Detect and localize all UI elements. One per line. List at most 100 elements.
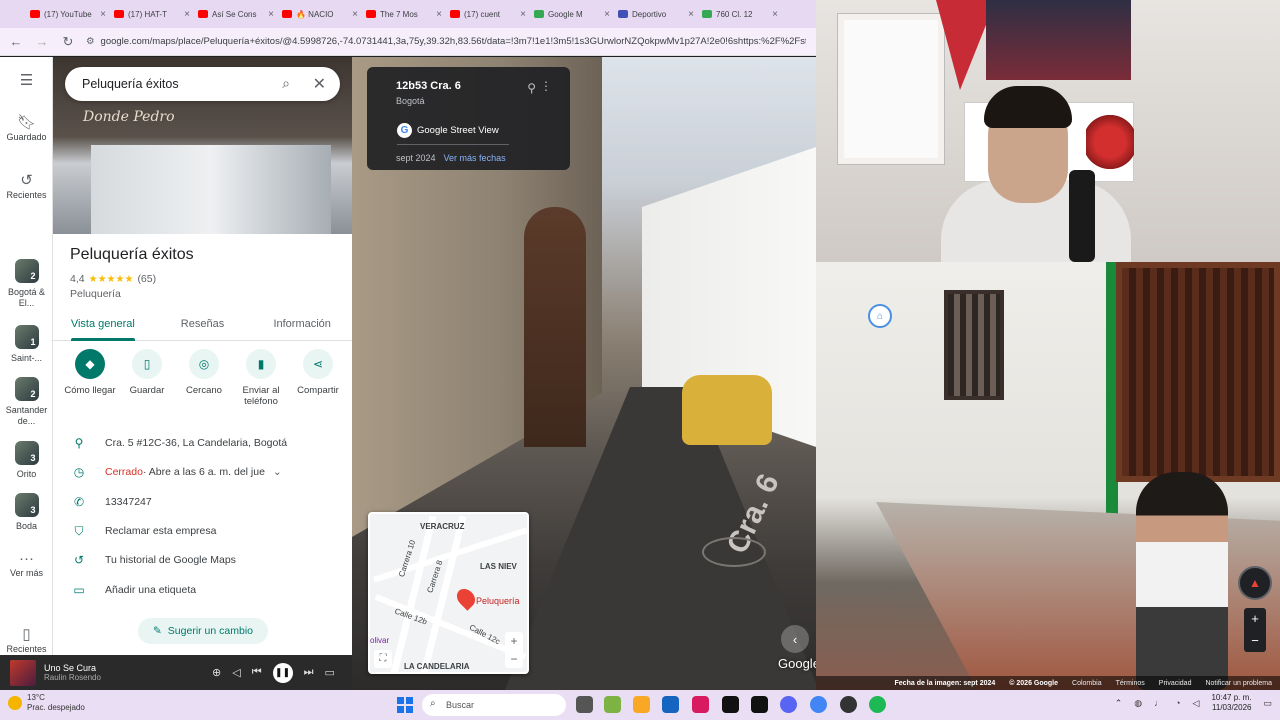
close-tab-icon[interactable]: × bbox=[688, 9, 694, 20]
forward-icon[interactable]: → bbox=[34, 34, 50, 49]
tab-overview[interactable]: Vista general bbox=[53, 311, 153, 341]
tab-info[interactable]: Información bbox=[252, 311, 352, 340]
network-icon[interactable]: ◍ bbox=[1134, 698, 1142, 709]
spotify-icon[interactable] bbox=[869, 696, 886, 713]
share-button[interactable]: ⋖ Compartir bbox=[291, 349, 345, 407]
task-view-icon[interactable] bbox=[576, 696, 593, 713]
obs-icon[interactable] bbox=[840, 696, 857, 713]
windows-start-icon[interactable] bbox=[397, 697, 413, 713]
close-tab-icon[interactable]: × bbox=[436, 9, 442, 20]
chevron-down-icon[interactable]: ⌄ bbox=[273, 466, 282, 478]
file-explorer-icon[interactable] bbox=[633, 696, 650, 713]
street-view[interactable]: Cra. 6 12b53 Cra. 6 Bogotá ⚲ ⋮ G Google … bbox=[352, 57, 816, 690]
terms-link[interactable]: Términos bbox=[1116, 680, 1145, 687]
pause-icon[interactable]: ❚❚ bbox=[272, 662, 293, 683]
country-link[interactable]: Colombia bbox=[1072, 680, 1102, 687]
chevron-up-icon[interactable]: ⌃ bbox=[1115, 698, 1123, 709]
discord-icon[interactable] bbox=[780, 696, 797, 713]
url-field[interactable]: ⚙ google.com/maps/place/Peluquería+éxito… bbox=[86, 36, 806, 47]
site-info-icon[interactable]: ⚙ bbox=[86, 36, 95, 47]
add-icon[interactable]: ⊕ bbox=[212, 666, 221, 679]
search-icon[interactable]: ⌕ bbox=[282, 75, 290, 92]
close-tab-icon[interactable]: × bbox=[520, 9, 526, 20]
zoom-control[interactable]: + − bbox=[1244, 608, 1266, 652]
close-tab-icon[interactable]: × bbox=[100, 9, 106, 20]
tab-reviews[interactable]: Reseñas bbox=[153, 311, 253, 340]
close-tab-icon[interactable]: × bbox=[772, 9, 778, 20]
phone-row[interactable]: ✆ 13347247 bbox=[53, 492, 352, 512]
close-icon[interactable]: ✕ bbox=[313, 74, 326, 94]
clock[interactable]: 10:47 p. m. 11/03/2026 bbox=[1211, 693, 1251, 713]
rating[interactable]: 4,4 ★★★★★ (65) bbox=[70, 273, 156, 285]
volume-icon[interactable]: ◁ bbox=[232, 666, 240, 679]
hours-row[interactable]: ◷ Cerrado · Abre a las 6 a. m. del jue ⌄ bbox=[53, 462, 352, 482]
tiktok-icon[interactable] bbox=[751, 696, 768, 713]
browser-tab[interactable]: 760 Cl. 12 × bbox=[698, 3, 782, 25]
mm-zoom-control[interactable]: + − bbox=[505, 632, 523, 668]
report-link[interactable]: Notificar un problema bbox=[1205, 680, 1272, 687]
more-dates-link[interactable]: Ver más fechas bbox=[444, 153, 506, 163]
app-icon[interactable] bbox=[692, 696, 709, 713]
close-tab-icon[interactable]: × bbox=[268, 9, 274, 20]
claim-row[interactable]: ⛉ Reclamar esta empresa bbox=[53, 521, 352, 541]
browser-tab[interactable]: Google M × bbox=[530, 3, 614, 25]
history-row[interactable]: ↺ Tu historial de Google Maps bbox=[53, 550, 352, 570]
map-pin-icon[interactable] bbox=[453, 585, 479, 611]
zoom-out-icon[interactable]: − bbox=[505, 650, 523, 668]
tiktok-icon[interactable] bbox=[722, 696, 739, 713]
prev-arrow-icon[interactable]: ‹ bbox=[781, 625, 809, 653]
next-icon[interactable]: ⏭ bbox=[304, 666, 314, 679]
browser-tab[interactable]: The 7 Mos × bbox=[362, 3, 446, 25]
weather-widget[interactable]: 13°C Prac. despejado bbox=[8, 693, 85, 713]
reload-icon[interactable]: ↻ bbox=[60, 34, 76, 50]
zoom-in-icon[interactable]: + bbox=[1244, 608, 1266, 630]
expand-icon[interactable]: ⛶ bbox=[374, 650, 392, 668]
browser-tab[interactable]: (17) cuent × bbox=[446, 3, 530, 25]
nearby-button[interactable]: ◎ Cercano bbox=[177, 349, 231, 407]
rail-recent-item[interactable]: 1 Saint-... bbox=[0, 325, 53, 364]
zoom-out-icon[interactable]: − bbox=[1244, 630, 1266, 652]
chrome-icon[interactable] bbox=[810, 696, 827, 713]
close-tab-icon[interactable]: × bbox=[352, 9, 358, 20]
rail-saved[interactable]: 🔖︎ Guardado bbox=[0, 115, 53, 143]
rail-recents[interactable]: ↺ Recientes bbox=[0, 173, 53, 201]
more-vert-icon[interactable]: ⋮ bbox=[540, 79, 552, 93]
place-category[interactable]: Peluquería bbox=[70, 288, 121, 300]
rail-recent-item[interactable]: 3 Orito bbox=[0, 441, 53, 480]
back-icon[interactable]: ← bbox=[8, 34, 24, 49]
search-input[interactable]: Peluquería éxitos ⌕ ✕ bbox=[65, 67, 340, 101]
address-row[interactable]: ⚲ Cra. 5 #12C-36, La Candelaria, Bogotá bbox=[53, 433, 352, 453]
rail-recent-bottom[interactable]: ▯ Recientes bbox=[0, 627, 53, 655]
notifications-icon[interactable]: ▭ bbox=[1263, 698, 1272, 709]
label-row[interactable]: ▭ Añadir una etiqueta bbox=[53, 580, 352, 600]
store-icon[interactable] bbox=[662, 696, 679, 713]
suggest-edit-button[interactable]: ✎ Sugerir un cambio bbox=[138, 618, 268, 644]
wifi-icon[interactable]: ◔ bbox=[1175, 698, 1180, 708]
taskbar-search[interactable]: ⌕ Buscar bbox=[422, 694, 566, 716]
rail-recent-item[interactable]: 2 Santander de... bbox=[0, 377, 53, 427]
menu-icon[interactable]: ☰ bbox=[0, 73, 53, 90]
browser-tab[interactable]: Deportivo × bbox=[614, 3, 698, 25]
mic-icon[interactable]: ♩ bbox=[1154, 698, 1163, 708]
close-tab-icon[interactable]: × bbox=[184, 9, 190, 20]
compass-icon[interactable]: ▲ bbox=[1238, 566, 1272, 600]
browser-tab[interactable]: (17) HAT-T × bbox=[110, 3, 194, 25]
send-to-phone-button[interactable]: ▮ Enviar al teléfono bbox=[234, 349, 288, 407]
zoom-in-icon[interactable]: + bbox=[505, 632, 523, 650]
volume-icon[interactable]: ◁ bbox=[1193, 698, 1200, 709]
rail-more[interactable]: ··· Ver más bbox=[0, 551, 53, 579]
previous-icon[interactable]: ⏮ bbox=[252, 666, 262, 679]
browser-tab[interactable]: 🔥 NACIO × bbox=[278, 3, 362, 25]
directions-button[interactable]: ◆ Cómo llegar bbox=[63, 349, 117, 407]
minimap[interactable]: VERACRUZ LAS NIEV Carrera 10 Carrera 8 C… bbox=[368, 512, 529, 674]
cast-icon[interactable]: ▭ bbox=[325, 666, 335, 679]
widgets-icon[interactable] bbox=[604, 696, 621, 713]
close-tab-icon[interactable]: × bbox=[604, 9, 610, 20]
rail-recent-item[interactable]: 2 Bogotá & El... bbox=[0, 259, 53, 309]
place-marker-icon[interactable]: ⌂ bbox=[868, 304, 892, 328]
privacy-link[interactable]: Privacidad bbox=[1159, 680, 1192, 687]
location-pin-icon[interactable]: ⚲ bbox=[527, 81, 536, 95]
save-button[interactable]: ▯ Guardar bbox=[120, 349, 174, 407]
browser-tab[interactable]: Así Se Cons × bbox=[194, 3, 278, 25]
street-view-right[interactable]: ⌂ ▲ + − Fecha de la imagen: sept 2024 © 2… bbox=[816, 262, 1280, 690]
